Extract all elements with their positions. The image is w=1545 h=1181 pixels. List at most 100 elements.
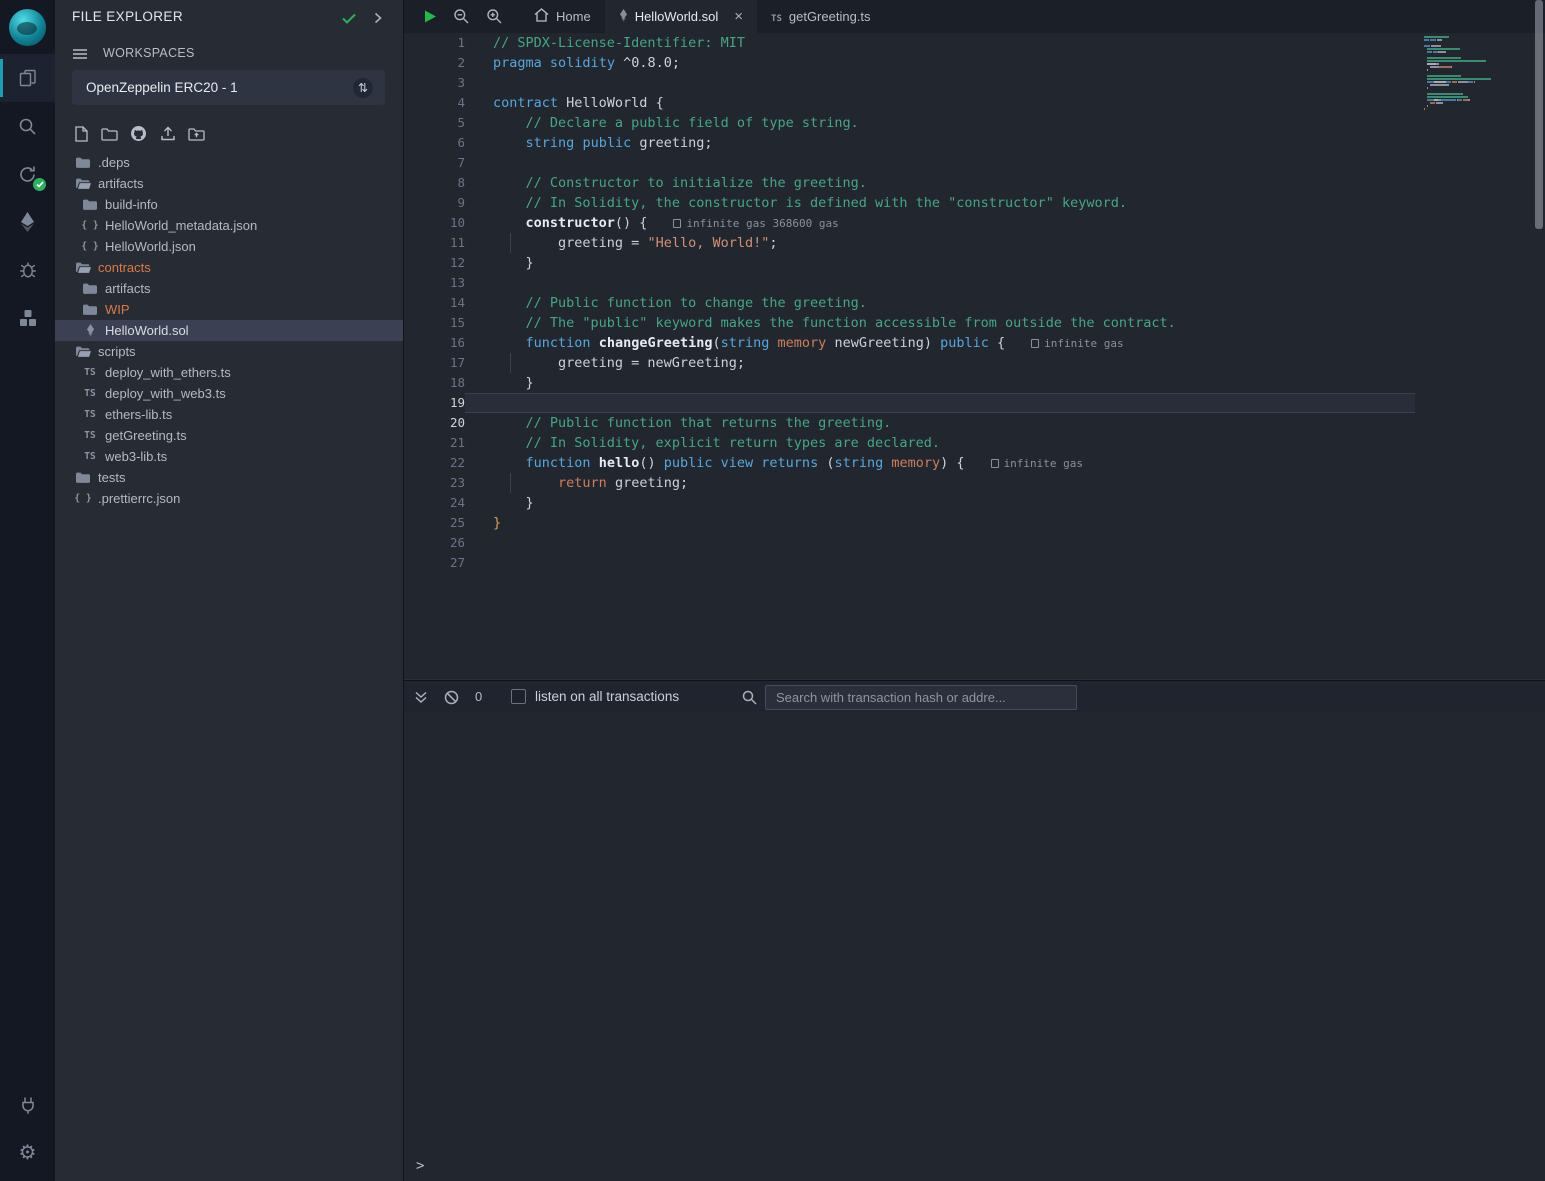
tab-Home[interactable]: Home bbox=[520, 0, 605, 33]
gas-estimate-annotation: infinite gas 368600 gas bbox=[673, 217, 838, 230]
json-icon: { } bbox=[74, 493, 92, 504]
connect-plugin-icon[interactable] bbox=[0, 1081, 55, 1129]
line-number: 2 bbox=[403, 53, 465, 73]
activity-bar: ⚙ bbox=[0, 0, 55, 1181]
code-line-3: 3 bbox=[403, 73, 1415, 93]
settings-icon[interactable]: ⚙ bbox=[0, 1129, 55, 1177]
deploy-run-icon[interactable] bbox=[0, 198, 55, 246]
line-number: 15 bbox=[403, 313, 465, 333]
tree-item-getGreeting.ts[interactable]: TSgetGreeting.ts bbox=[55, 425, 403, 446]
tree-item-build-info[interactable]: build-info bbox=[55, 194, 403, 215]
folder-icon bbox=[74, 157, 92, 168]
clear-console-icon[interactable] bbox=[444, 690, 459, 710]
line-number: 7 bbox=[403, 153, 465, 173]
ts-icon: TS bbox=[81, 451, 99, 462]
new-file-icon[interactable] bbox=[69, 122, 92, 145]
solidity-compiler-icon[interactable] bbox=[0, 150, 55, 198]
line-number: 11 bbox=[403, 233, 465, 253]
scrollbar-thumb[interactable] bbox=[1535, 0, 1543, 229]
run-script-button[interactable] bbox=[424, 9, 437, 24]
line-number: 4 bbox=[403, 93, 465, 113]
terminal-toolbar: 0 listen on all transactions bbox=[403, 680, 1545, 712]
code-editor[interactable]: 1// SPDX-License-Identifier: MIT2pragma … bbox=[403, 33, 1545, 680]
line-number: 6 bbox=[403, 133, 465, 153]
file-name: web3-lib.ts bbox=[105, 449, 167, 464]
minimap[interactable] bbox=[1424, 36, 1516, 117]
listen-transactions-label[interactable]: listen on all transactions bbox=[535, 689, 679, 704]
listen-transactions-checkbox[interactable] bbox=[511, 689, 526, 704]
ts-icon: TS bbox=[81, 388, 99, 399]
terminal[interactable]: > bbox=[403, 712, 1545, 1181]
line-number: 9 bbox=[403, 193, 465, 213]
workspaces-label: WORKSPACES bbox=[103, 46, 195, 60]
folder-open-icon bbox=[74, 262, 92, 273]
terminal-prompt: > bbox=[416, 1158, 424, 1174]
tree-item-.deps[interactable]: .deps bbox=[55, 152, 403, 173]
plugin-manager-icon[interactable] bbox=[0, 294, 55, 342]
search-icon[interactable] bbox=[0, 102, 55, 150]
code-line-9: 9 // In Solidity, the constructor is def… bbox=[403, 193, 1415, 213]
tab-getGreeting.ts[interactable]: TSgetGreeting.ts bbox=[757, 0, 885, 33]
code-line-7: 7 bbox=[403, 153, 1415, 173]
search-icon bbox=[742, 690, 757, 710]
ts-icon: TS bbox=[81, 430, 99, 441]
line-number: 25 bbox=[403, 513, 465, 533]
code-line-20: 20 // Public function that returns the g… bbox=[403, 413, 1415, 433]
workspace-select[interactable]: OpenZeppelin ERC20 - 1 ⇅ bbox=[72, 70, 385, 105]
tree-item-web3-lib.ts[interactable]: TS web3-lib.ts bbox=[55, 446, 403, 467]
code-line-27: 27 bbox=[403, 553, 1415, 573]
file-name: contracts bbox=[98, 260, 151, 275]
tree-item-tests[interactable]: tests bbox=[55, 467, 403, 488]
new-folder-icon[interactable] bbox=[98, 122, 121, 145]
line-number: 26 bbox=[403, 533, 465, 553]
line-number: 23 bbox=[403, 473, 465, 493]
tree-item-HelloWorld_metadata.json[interactable]: { }HelloWorld_metadata.json bbox=[55, 215, 403, 236]
gas-estimate-annotation: infinite gas bbox=[991, 457, 1083, 470]
tab-HelloWorld.sol[interactable]: HelloWorld.sol × bbox=[605, 0, 757, 33]
tree-item-deploy_with_ethers.ts[interactable]: TSdeploy_with_ethers.ts bbox=[55, 362, 403, 383]
activity-bar-bottom: ⚙ bbox=[0, 1081, 55, 1177]
editor-controls bbox=[403, 0, 503, 33]
tree-item-HelloWorld.json[interactable]: { }HelloWorld.json bbox=[55, 236, 403, 257]
panel-divider[interactable] bbox=[403, 0, 404, 1181]
code-line-2: 2pragma solidity ^0.8.0; bbox=[403, 53, 1415, 73]
chevron-right-icon[interactable] bbox=[374, 11, 382, 29]
code-lines: 1// SPDX-License-Identifier: MIT2pragma … bbox=[403, 33, 1415, 573]
debugger-icon[interactable] bbox=[0, 246, 55, 294]
zoom-in-button[interactable] bbox=[486, 8, 503, 25]
line-number: 10 bbox=[403, 213, 465, 233]
tree-item-ethers-lib.ts[interactable]: TSethers-lib.ts bbox=[55, 404, 403, 425]
file-name: .prettierrc.json bbox=[98, 491, 180, 506]
transaction-search-input[interactable] bbox=[765, 685, 1077, 710]
tree-item-contracts[interactable]: contracts bbox=[55, 257, 403, 278]
code-line-11: 11 greeting = "Hello, World!"; bbox=[403, 233, 1415, 253]
line-number: 5 bbox=[403, 113, 465, 133]
tree-item-artifacts[interactable]: artifacts bbox=[55, 278, 403, 299]
tab-label: HelloWorld.sol bbox=[635, 9, 719, 24]
line-number: 14 bbox=[403, 293, 465, 313]
tree-item-deploy_with_web3.ts[interactable]: TSdeploy_with_web3.ts bbox=[55, 383, 403, 404]
upload-file-icon[interactable] bbox=[156, 122, 179, 145]
zoom-out-button[interactable] bbox=[453, 8, 470, 25]
code-line-22: 22 function hello() public view returns … bbox=[403, 453, 1415, 473]
updown-arrows-icon: ⇅ bbox=[353, 78, 373, 98]
tree-item-scripts[interactable]: scripts bbox=[55, 341, 403, 362]
hamburger-menu-icon[interactable] bbox=[72, 47, 88, 65]
tree-item-artifacts[interactable]: artifacts bbox=[55, 173, 403, 194]
remix-ide: ⚙ FILE EXPLORER WORKSPACES OpenZeppelin … bbox=[0, 0, 1545, 1181]
tree-item-HelloWorld.sol[interactable]: HelloWorld.sol bbox=[55, 320, 403, 341]
publish-github-icon[interactable] bbox=[127, 122, 150, 145]
close-tab-icon[interactable]: × bbox=[734, 8, 743, 25]
line-number: 8 bbox=[403, 173, 465, 193]
collapse-terminal-icon[interactable] bbox=[414, 690, 428, 709]
tree-item-.prettierrc.json[interactable]: { } .prettierrc.json bbox=[55, 488, 403, 509]
tree-item-WIP[interactable]: WIP bbox=[55, 299, 403, 320]
code-line-18: 18 } bbox=[403, 373, 1415, 393]
file-actions bbox=[69, 122, 208, 145]
line-number: 22 bbox=[403, 453, 465, 473]
file-explorer-panel: FILE EXPLORER WORKSPACES OpenZeppelin ER… bbox=[55, 0, 403, 1181]
file-explorer-icon[interactable] bbox=[0, 54, 55, 102]
workspace-name: OpenZeppelin ERC20 - 1 bbox=[86, 80, 238, 95]
upload-folder-icon[interactable] bbox=[185, 122, 208, 145]
tab-label: Home bbox=[556, 9, 591, 24]
